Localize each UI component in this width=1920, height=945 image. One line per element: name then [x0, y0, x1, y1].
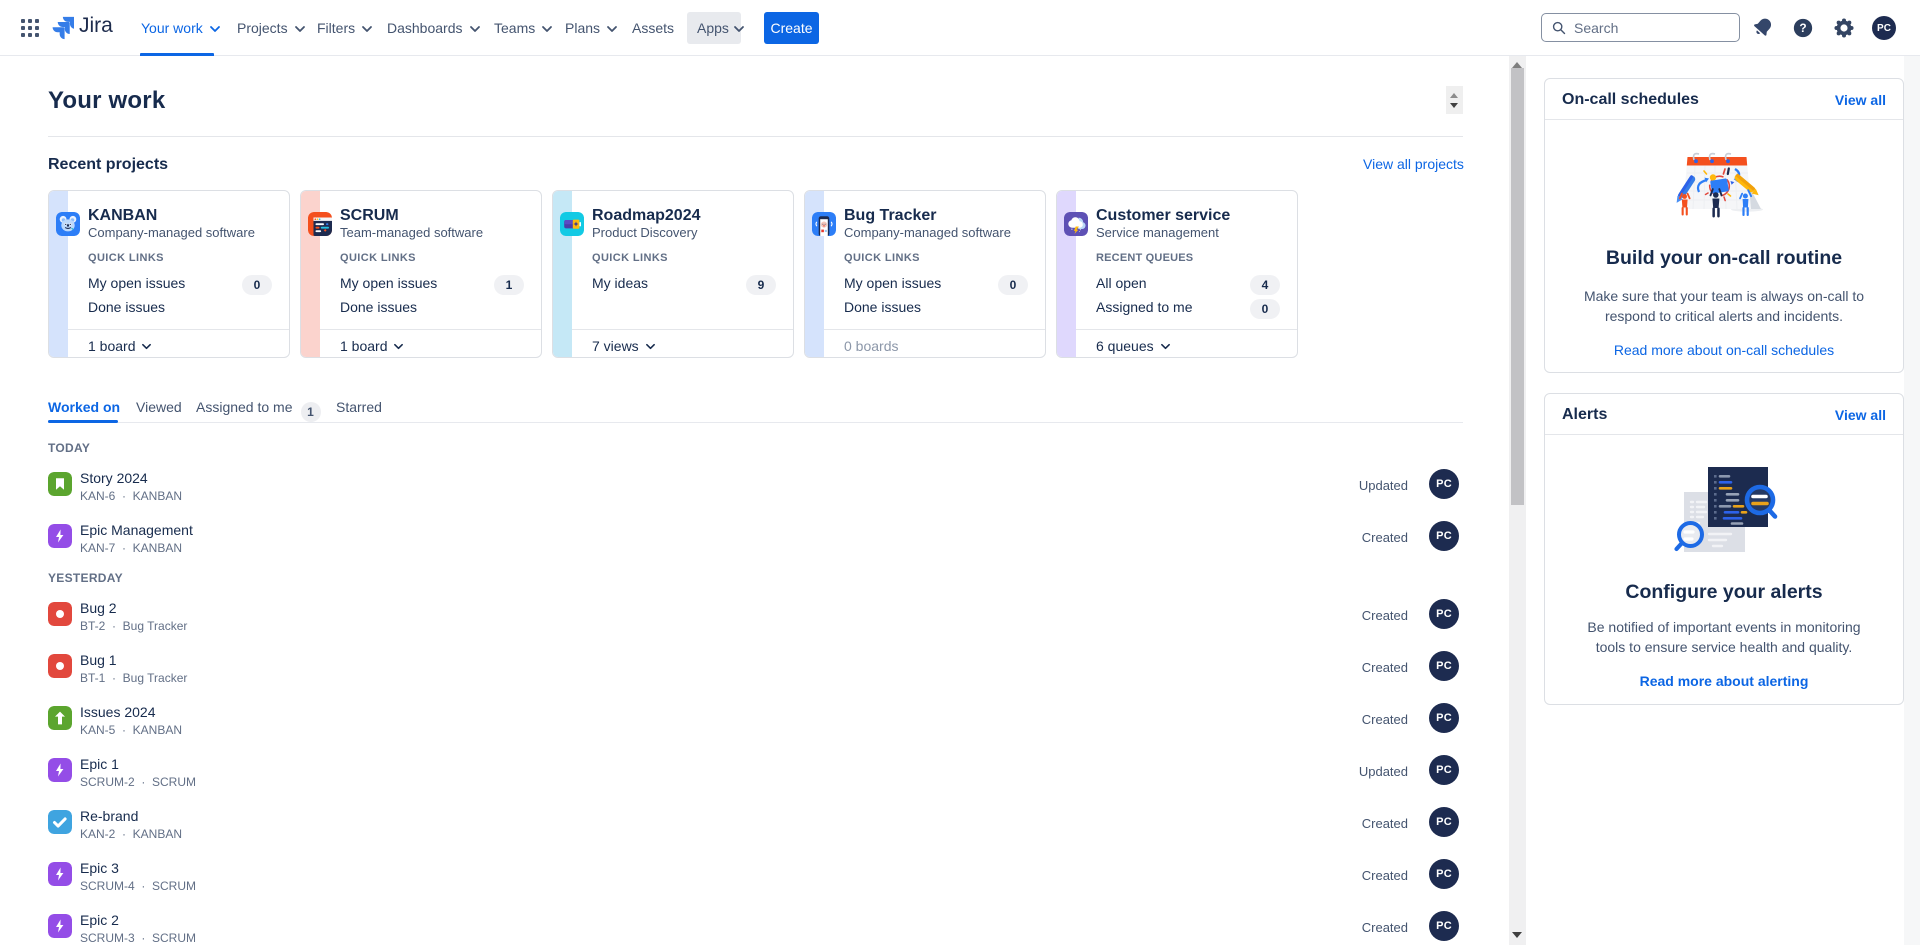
- svg-text:?: ?: [1799, 21, 1806, 35]
